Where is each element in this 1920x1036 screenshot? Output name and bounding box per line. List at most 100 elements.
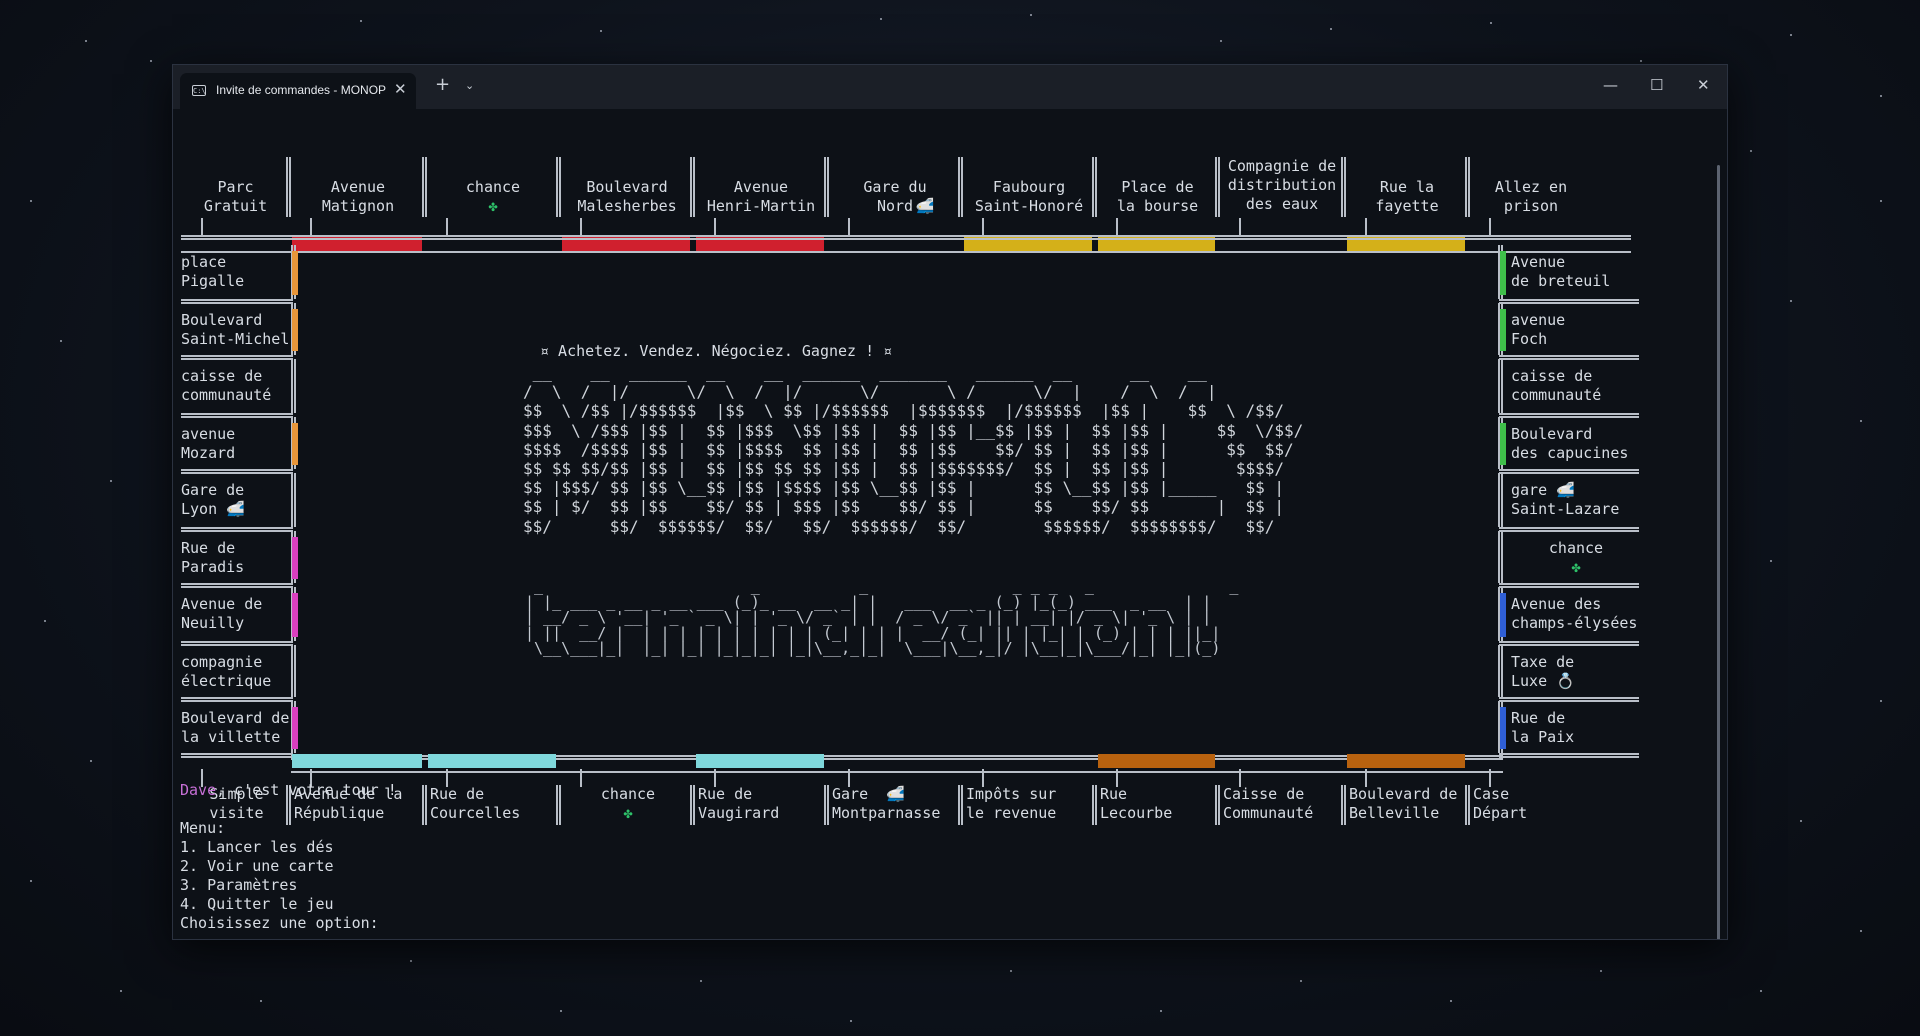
clover-icon: ✤ — [623, 804, 633, 822]
color-band — [1500, 593, 1506, 637]
star — [150, 60, 152, 62]
space-divider — [181, 753, 293, 758]
chevron-down-icon[interactable]: ⌄ — [465, 79, 474, 92]
star — [90, 760, 92, 762]
space-divider — [1489, 218, 1491, 236]
star — [1490, 22, 1492, 24]
space-divider — [1499, 469, 1639, 474]
train-icon: 🚅 — [1556, 481, 1575, 499]
space-divider — [1499, 697, 1639, 702]
star — [410, 960, 412, 962]
star — [600, 30, 602, 32]
terminal-content: Parc Gratuit Avenue Matignon chance ✤ Boulev… — [173, 109, 1727, 939]
maximize-button[interactable]: ☐ — [1650, 75, 1663, 95]
space-divider — [958, 157, 963, 217]
space-divider — [824, 785, 829, 825]
space-left: Boulevard Saint-Michel — [181, 311, 290, 348]
star — [1160, 1010, 1162, 1012]
space-divider — [181, 469, 293, 474]
turn-text: , c'est votre tour ! — [216, 781, 397, 799]
star — [1220, 40, 1222, 42]
star — [1860, 930, 1862, 932]
space-left: Gare de Lyon 🚅 — [181, 481, 245, 518]
space-divider — [181, 355, 293, 360]
slogan: ¤ Achetez. Vendez. Négociez. Gagnez ! ¤ — [540, 342, 893, 360]
star — [360, 20, 362, 22]
star — [1030, 14, 1032, 16]
color-band — [292, 537, 298, 579]
space-divider — [1499, 413, 1639, 418]
star — [30, 880, 32, 882]
space-divider — [580, 218, 582, 236]
color-band — [292, 754, 422, 768]
space-divider — [181, 583, 293, 588]
color-band — [1098, 754, 1215, 768]
board-edge — [181, 251, 1631, 253]
space-divider — [1499, 753, 1639, 758]
space-divider — [1498, 531, 1503, 583]
space-divider — [714, 769, 716, 787]
space-top: Avenue Henri-Martin — [706, 178, 816, 215]
command-prompt[interactable]: Choisissez une option: — [180, 914, 379, 933]
star — [60, 340, 62, 342]
space-bottom: Impôts sur le revenue — [966, 785, 1057, 822]
space-divider — [1341, 157, 1346, 217]
space-divider — [310, 218, 312, 236]
space-divider — [1239, 218, 1241, 236]
tab-terminal[interactable]: C:\ Invite de commandes - MONOPOLY ✕ — [180, 73, 416, 109]
space-top: Place de la bourse — [1116, 178, 1199, 215]
space-divider — [1092, 157, 1097, 217]
space-divider — [556, 785, 561, 825]
space-divider — [824, 157, 829, 217]
space-divider — [1465, 785, 1470, 825]
tab-title: Invite de commandes - MONOPOLY — [216, 83, 386, 97]
space-right: avenue Foch — [1511, 311, 1566, 348]
train-icon: 🚅 — [226, 500, 245, 518]
space-divider — [1499, 355, 1639, 360]
color-band — [1500, 251, 1506, 295]
scrollbar[interactable] — [1717, 165, 1720, 939]
minimize-button[interactable]: — — [1603, 75, 1618, 95]
space-top: Faubourg Saint-Honoré — [974, 178, 1084, 215]
star — [1010, 970, 1012, 972]
color-band — [1347, 754, 1465, 768]
star — [560, 1010, 562, 1012]
close-button[interactable]: ✕ — [1697, 75, 1710, 95]
new-tab-button[interactable]: + — [435, 75, 450, 95]
color-band — [696, 754, 824, 768]
menu-option: 1. Lancer les dés — [180, 838, 334, 856]
space-divider — [714, 218, 716, 236]
monopoly-ascii-logo: __ __ ______ __ __ ______ _______ ______… — [523, 363, 1304, 536]
terminal-edition-ascii-logo: _ _ _ _ _ _ _ _ | |_ ___ _ __ _ __ ___ (… — [525, 577, 1239, 657]
space-divider — [181, 413, 293, 418]
space-right: Boulevard des capucines — [1511, 425, 1629, 462]
space-divider — [181, 299, 293, 304]
space-left: place Pigalle — [181, 253, 245, 290]
space-divider — [291, 359, 296, 413]
space-right: chance ✤ — [1548, 539, 1604, 576]
color-band — [1500, 707, 1506, 749]
space-right: Taxe de Luxe 💍 — [1511, 653, 1575, 690]
space-right: gare 🚅 Saint-Lazare — [1511, 481, 1620, 518]
star — [850, 1020, 852, 1022]
space-divider — [1365, 218, 1367, 236]
space-left: Avenue de Neuilly — [181, 595, 263, 632]
space-left: compagnie électrique — [181, 653, 272, 690]
tab-close-icon[interactable]: ✕ — [394, 80, 407, 98]
space-right: Avenue de breteuil — [1511, 253, 1611, 290]
star — [1880, 700, 1882, 702]
space-top: chance — [465, 178, 521, 196]
space-divider — [422, 785, 427, 825]
star — [700, 980, 702, 982]
terminal-window: C:\ Invite de commandes - MONOPOLY ✕ + ⌄… — [172, 64, 1728, 940]
space-divider — [1239, 769, 1241, 787]
space-right: Avenue des champs-élysées — [1511, 595, 1638, 632]
space-left: caisse de communauté — [181, 367, 272, 404]
space-divider — [181, 697, 293, 702]
space-divider — [1489, 769, 1491, 787]
menu-title: Menu: — [180, 819, 226, 837]
title-bar: C:\ Invite de commandes - MONOPOLY ✕ + ⌄… — [173, 65, 1727, 109]
space-divider — [291, 473, 296, 527]
space-bottom: Gare 🚅 Montparnasse — [832, 785, 941, 822]
space-divider — [1499, 583, 1639, 588]
